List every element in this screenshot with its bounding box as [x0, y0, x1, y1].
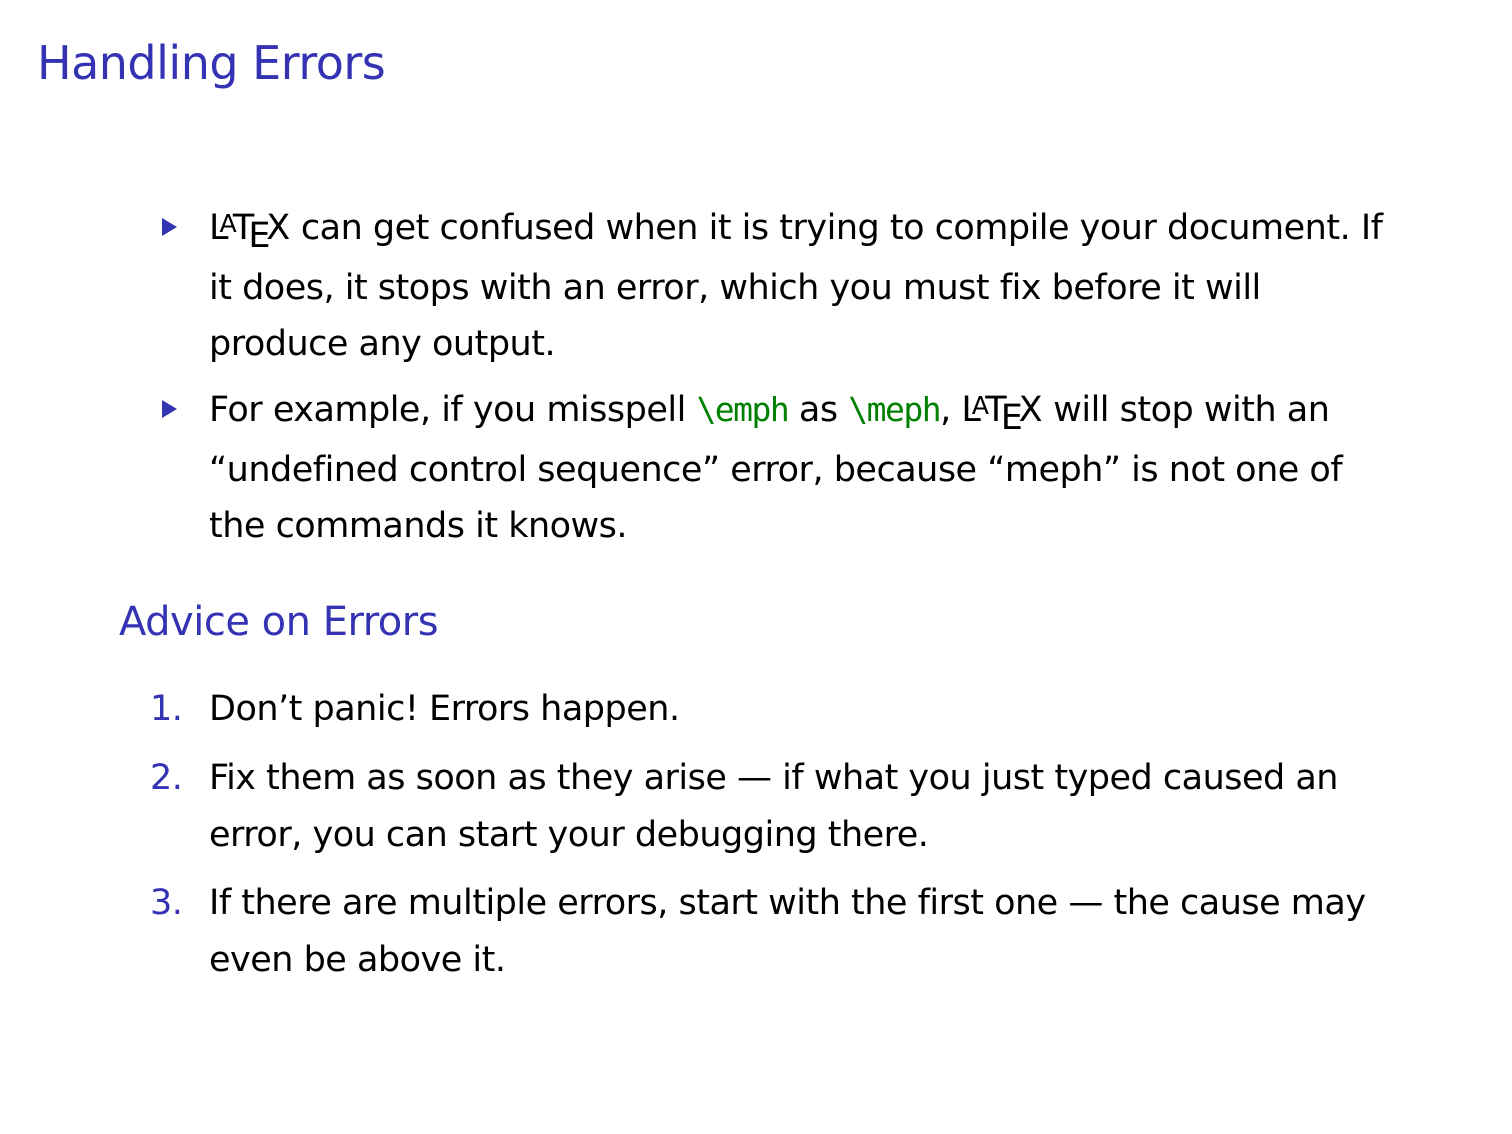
list-number-2: 2.: [150, 758, 183, 798]
latex-logo: LATEX: [961, 390, 1043, 438]
bullet-2-text-mid: as: [788, 390, 849, 430]
bullet-2-text-before: For example, if you misspell: [209, 390, 697, 430]
triangle-bullet-icon: [162, 382, 177, 439]
latex-logo: LATEX: [209, 208, 291, 256]
advice-item-3: If there are multiple errors, start with…: [209, 883, 1366, 980]
bullet-1-text: can get confused when it is trying to co…: [209, 208, 1383, 364]
list-number-1: 1.: [150, 689, 183, 729]
triangle-bullet-icon: [162, 200, 177, 257]
advice-item-1: Don’t panic! Errors happen.: [209, 689, 680, 729]
code-meph: \meph: [848, 390, 941, 429]
bullet-item-2: For example, if you misspell \emph as \m…: [209, 382, 1389, 555]
bullet-item-1: LATEX can get confused when it is trying…: [209, 200, 1389, 373]
advice-block-title: Advice on Errors: [119, 599, 439, 645]
frame-title: Handling Errors: [37, 36, 386, 90]
list-number-3: 3.: [150, 883, 183, 923]
slide: Handling Errors LATEX can get confused w…: [0, 0, 1512, 1134]
advice-item-2: Fix them as soon as they arise — if what…: [209, 758, 1339, 855]
bullet-2-comma: ,: [940, 390, 962, 430]
code-emph: \emph: [696, 390, 789, 429]
